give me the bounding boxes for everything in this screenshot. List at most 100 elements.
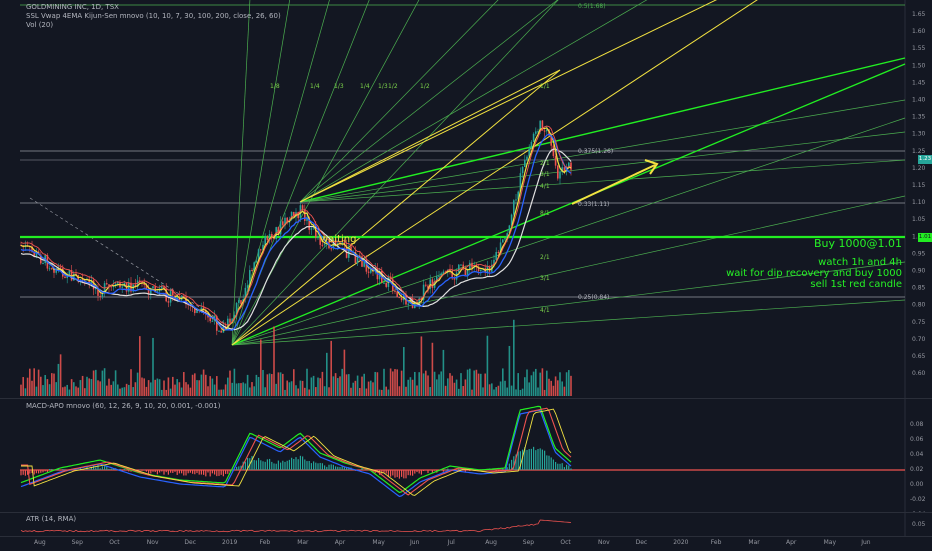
macd-blue-line[interactable] <box>20 409 572 498</box>
macd-hist-bar <box>214 470 216 475</box>
macd-hist-bar <box>297 459 299 470</box>
macd-hist-bar <box>427 470 429 474</box>
price-tick: 1.35 <box>912 114 926 121</box>
volume-bar <box>273 326 275 396</box>
candle-body <box>106 283 108 285</box>
symbol-legend[interactable]: GOLDMINING INC, 1D, TSX <box>26 3 119 12</box>
macd-legend[interactable]: MACD-APO mnovo (60, 12, 26, 9, 10, 20, 0… <box>26 402 221 411</box>
yellow-trend-lines[interactable] <box>231 0 760 346</box>
macd-hist-bar <box>546 455 548 470</box>
macd-hist-bar <box>220 470 222 475</box>
macd-hist-bar <box>328 464 330 470</box>
gann-label: 1/3 <box>334 83 344 90</box>
macd-hist-bar <box>506 467 508 470</box>
volume-bar <box>458 388 460 396</box>
macd-hist-bar <box>493 469 495 471</box>
time-label: Mar <box>748 539 760 546</box>
macd-yellow-line[interactable] <box>21 408 572 496</box>
macd-hist-bar <box>530 448 532 470</box>
macd-canvas[interactable]: 0.080.060.040.020.00-0.02-0.04 <box>0 399 932 513</box>
volume-bar <box>422 373 425 396</box>
watch-annotation[interactable]: watch 1h and 4h <box>818 257 902 268</box>
volume-bar <box>154 379 156 396</box>
buy-annotation[interactable]: Buy 1000@1.01 <box>814 237 902 250</box>
volume-bar <box>425 370 427 396</box>
candle-body <box>543 130 546 132</box>
macd-hist-bar <box>218 470 220 476</box>
macd-hist-bar <box>315 462 317 470</box>
fib-label-top: 0.5(1.68) <box>578 3 606 10</box>
ma-red-line[interactable] <box>20 125 572 326</box>
ma-blue-line[interactable] <box>20 133 572 331</box>
macd-tick: 0.00 <box>910 481 924 488</box>
volume-bar <box>418 372 420 396</box>
time-axis[interactable]: Aug Sep Oct Nov Dec 2019 Feb Mar Apr May Jun Jul Aug… <box>0 536 932 551</box>
atr-pane[interactable]: 0.05 ATR (14, RMA) <box>0 512 932 537</box>
waiting-annotation[interactable]: waiting <box>320 234 356 245</box>
macd-hist-bar <box>548 455 550 470</box>
macd-red-line[interactable] <box>21 407 572 496</box>
volume-bar <box>29 368 31 396</box>
atr-legend[interactable]: ATR (14, RMA) <box>26 515 76 524</box>
macd-hist-bar <box>277 460 279 470</box>
macd-hist-bar <box>33 470 35 475</box>
gann-label: 3/1 <box>540 275 550 282</box>
macd-hist-bar <box>143 469 145 471</box>
volume-bar <box>310 377 313 396</box>
macd-hist-bar <box>194 470 196 475</box>
candle-body <box>495 251 497 260</box>
volume-bar <box>521 388 524 396</box>
macd-hist-bar <box>40 470 42 473</box>
atr-line[interactable] <box>20 519 572 533</box>
main-price-pane[interactable]: 0.5(1.68) 0.375(1.26) 0.33(1.11) 0.25(0.… <box>0 0 932 398</box>
macd-hist-bar <box>286 460 288 470</box>
atr-canvas[interactable]: 0.05 <box>0 513 932 537</box>
volume-bar <box>222 389 225 396</box>
sell-annotation[interactable]: sell 1st red candle <box>810 279 902 290</box>
price-tick: 1.30 <box>912 131 926 138</box>
candle-body <box>255 260 258 263</box>
macd-hist-bar <box>198 470 200 475</box>
gann-label: 1/4 <box>360 83 370 90</box>
candle-body <box>209 317 211 322</box>
macd-hist-bar <box>139 469 141 471</box>
macd-hist-bar <box>159 470 161 473</box>
volume-bar <box>262 369 264 396</box>
candle-body <box>385 282 387 287</box>
volume-bar <box>354 380 357 396</box>
price-chart-canvas[interactable]: 0.5(1.68) 0.375(1.26) 0.33(1.11) 0.25(0.… <box>0 0 932 398</box>
macd-hist-bar <box>511 459 513 470</box>
volume-bar <box>238 383 240 396</box>
ma-yellow-line[interactable] <box>20 127 572 331</box>
indicator-legend[interactable]: SSL Vwap 4EMA Kijun-Sen mnovo (10, 10, 7… <box>26 12 281 21</box>
macd-hist-bar <box>172 470 174 473</box>
wait-annotation[interactable]: wait for dip recovery and buy 1000 <box>726 268 902 279</box>
time-label: Feb <box>259 539 271 546</box>
volume-bar <box>180 387 183 396</box>
macd-hist-bar <box>337 466 339 470</box>
candle-body <box>167 301 170 303</box>
macd-hist-bar <box>423 470 425 471</box>
macd-hist-bar <box>324 465 326 470</box>
gann-label: 4/1 <box>540 307 550 314</box>
volume-bar <box>172 376 174 396</box>
volume-bar <box>510 385 513 396</box>
candle-body <box>246 285 249 288</box>
gann-fan-lower[interactable] <box>231 0 906 346</box>
macd-hist-bar <box>51 468 53 470</box>
volume-bar <box>546 370 548 396</box>
macd-hist-bar <box>266 459 268 470</box>
macd-pane[interactable]: 0.080.060.040.020.00-0.02-0.04 MACD-APO … <box>0 398 932 513</box>
volume-bar <box>257 377 260 396</box>
candle-body <box>464 269 467 276</box>
volume-bar <box>73 382 75 396</box>
volume-bar <box>290 381 293 396</box>
gann-label: 1/3 <box>378 83 388 90</box>
volume-bar <box>493 389 495 396</box>
volume-bar <box>229 370 231 396</box>
macd-hist-bar <box>211 470 213 474</box>
volume-legend[interactable]: Vol (20) <box>26 21 53 30</box>
candle-body <box>211 320 214 322</box>
price-tick: 1.10 <box>912 199 926 206</box>
volume-bar <box>515 389 517 396</box>
